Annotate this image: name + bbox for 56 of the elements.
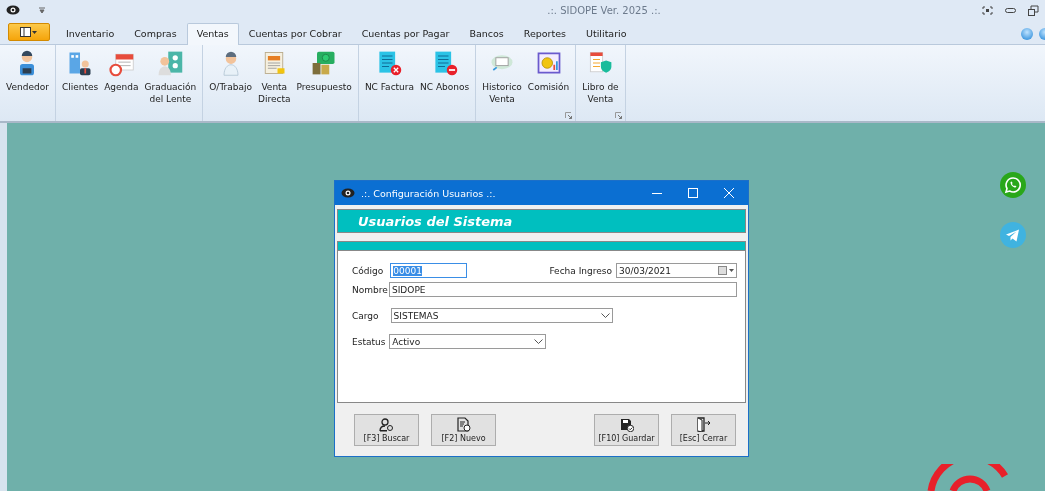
ribbon-tab[interactable]: Ventas [186, 23, 239, 45]
action-button[interactable]: [F10] Guardar [594, 414, 659, 446]
document-gear-icon [456, 417, 471, 432]
action-button[interactable]: [F3] Buscar [354, 414, 419, 446]
calendar-dropdown-icon[interactable] [718, 266, 734, 275]
ribbon-tab[interactable]: Utilitario [576, 23, 637, 44]
ribbon-button[interactable]: NC Abonos [417, 45, 473, 121]
fullscreen-icon[interactable] [982, 5, 993, 15]
ribbon-tab[interactable]: Inventario [56, 23, 125, 44]
ribbon-button[interactable]: Libro de Venta [579, 45, 622, 121]
field-label: Estatus [352, 336, 386, 347]
dialog-launcher-icon[interactable] [614, 112, 622, 119]
ribbon-button[interactable]: NC Factura [361, 45, 418, 121]
field-label: Código [352, 265, 384, 276]
ribbon-button[interactable]: Graduación del Lente [141, 45, 200, 121]
ribbon-button[interactable]: Historico Venta [479, 45, 525, 121]
restore-icon[interactable] [1028, 4, 1039, 16]
action-button[interactable]: [F2] Nuevo [431, 414, 496, 446]
eye-logo-icon [341, 187, 355, 199]
floppy-check-icon [619, 417, 634, 432]
chevron-down-icon[interactable] [600, 312, 610, 319]
ribbon-tab[interactable]: Reportes [513, 23, 577, 44]
dialog-title: .:. Configuración Usuarios .:. [361, 187, 496, 199]
eye-logo-icon [6, 4, 20, 16]
action-button[interactable]: [Esc] Cerrar [671, 414, 736, 446]
app-menu-button[interactable] [8, 23, 50, 41]
whatsapp-icon[interactable] [1000, 172, 1026, 198]
panel-dropdown-icon [20, 27, 38, 37]
text-field[interactable]: SIDOPE [389, 282, 737, 297]
doctor-eye-chart-icon [156, 49, 185, 77]
dialog-launcher-icon[interactable] [565, 112, 573, 119]
close-icon[interactable] [724, 188, 734, 198]
dropdown-field[interactable]: Activo [389, 334, 547, 349]
ribbon-tab[interactable]: Cuentas por Pagar [351, 23, 460, 44]
ribbon-tab[interactable]: Bancos [459, 23, 514, 44]
field-label: Cargo [352, 310, 379, 321]
date-picker[interactable]: 30/03/2021 [616, 263, 737, 278]
ribbon-button[interactable]: Comisión [524, 45, 573, 121]
field-label: Fecha Ingreso [549, 265, 612, 276]
person-magnifier-icon [379, 417, 394, 432]
ribbon-tab[interactable]: Compras [124, 23, 187, 44]
minimize-icon[interactable] [1005, 7, 1016, 13]
ribbon-tab[interactable]: Cuentas por Cobrar [238, 23, 352, 44]
ribbon-button[interactable]: Agenda [101, 45, 142, 121]
maximize-icon[interactable] [688, 188, 698, 198]
ribbon-button[interactable]: Presupuesto [293, 45, 355, 121]
dropdown-field[interactable]: SISTEMAS [390, 308, 613, 323]
dropdown-arrow-icon[interactable] [38, 6, 46, 14]
ribbon-button[interactable]: Vendedor [3, 45, 52, 121]
ribbon-button[interactable]: Clientes [58, 45, 102, 121]
ribbon-button[interactable]: Venta Directa [255, 45, 294, 121]
ribbon-button[interactable]: O/Trabajo [206, 45, 256, 121]
door-arrow-icon [696, 417, 711, 432]
window-title: .:. SIDOPE Ver. 2025 .:. [547, 4, 661, 16]
header-title: Usuarios del Sistema [358, 213, 513, 229]
chevron-down-icon[interactable] [534, 338, 544, 345]
